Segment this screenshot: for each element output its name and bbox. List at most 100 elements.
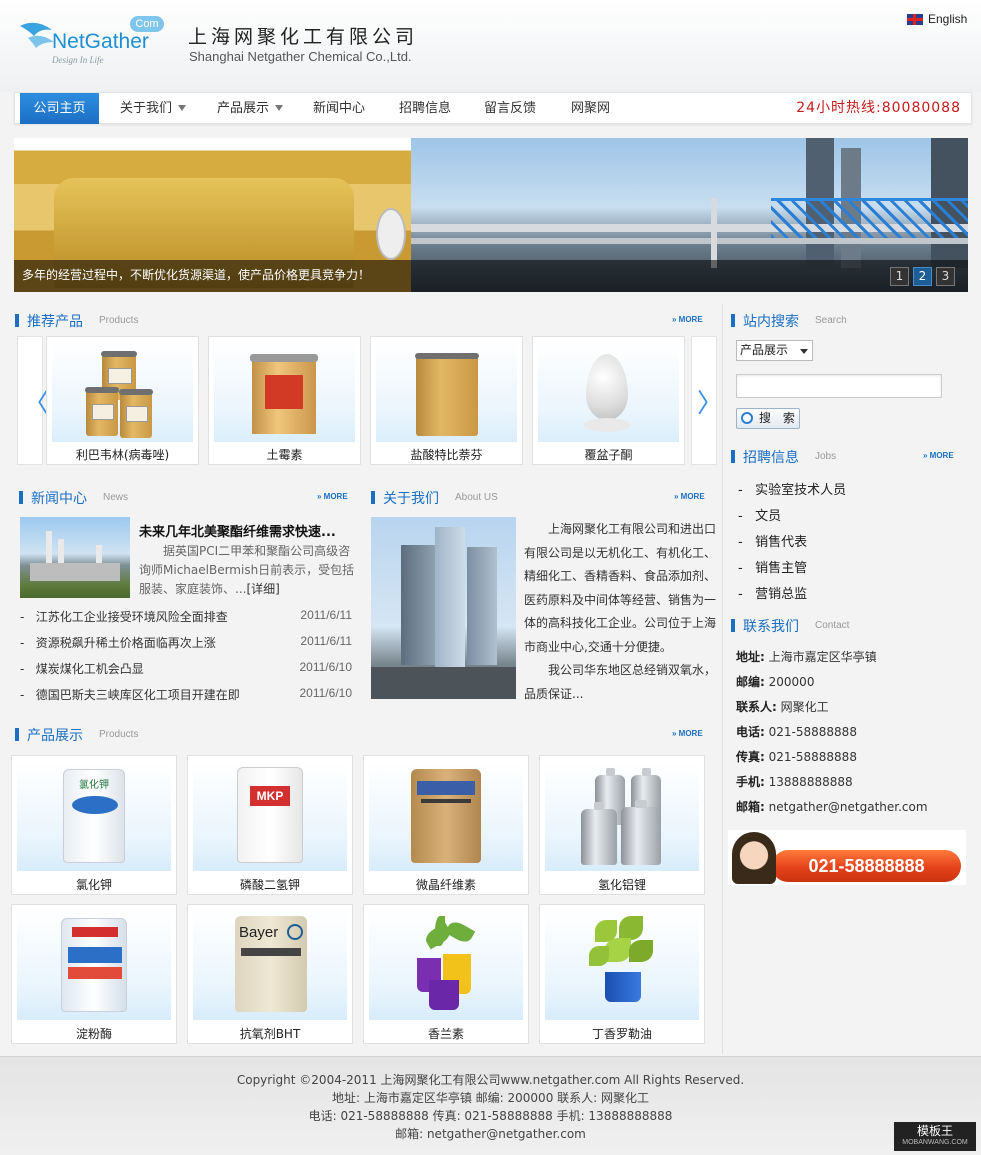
recommended-item[interactable]: 土霉素 xyxy=(208,336,361,465)
job-item[interactable]: - 销售主管 xyxy=(738,557,807,576)
job-title[interactable]: 文员 xyxy=(755,509,781,524)
banner-page-2[interactable]: 2 xyxy=(913,267,932,286)
contact-label: 传真: xyxy=(736,750,765,764)
search-category-select[interactable]: 产品展示 xyxy=(736,340,813,361)
news-detail-link[interactable]: [详细] xyxy=(246,582,279,596)
more-link[interactable]: » MORE xyxy=(923,451,954,460)
news-headline[interactable]: 未来几年北美聚酯纤维需求快速... xyxy=(139,521,336,540)
product-image xyxy=(545,761,699,871)
contact-label: 手机: xyxy=(736,775,765,789)
news-item-date: 2011/6/11 xyxy=(300,634,352,648)
product-card[interactable]: 香兰素 xyxy=(363,904,529,1044)
product-card[interactable]: 氯化钾 氯化钾 xyxy=(11,755,177,895)
contact-value: 021-58888888 xyxy=(768,725,857,739)
contact-value: 13888888888 xyxy=(768,775,853,789)
job-title[interactable]: 销售代表 xyxy=(755,535,807,550)
product-image: MKP xyxy=(193,761,347,871)
nav-item-home[interactable]: 公司主页 xyxy=(20,93,99,124)
job-title[interactable]: 营销总监 xyxy=(755,587,807,602)
section-bar xyxy=(15,314,19,327)
logo-wordmark: NetGather xyxy=(52,30,149,53)
more-link[interactable]: » MORE xyxy=(674,492,705,501)
product-name: 利巴韦林(病毒唑) xyxy=(75,448,170,462)
nav-item-about[interactable]: 关于我们 xyxy=(120,93,187,124)
footer: Copyright ©2004-2011 上海网聚化工有限公司www.netga… xyxy=(0,1056,981,1155)
news-thumbnail[interactable] xyxy=(20,517,130,598)
language-switch[interactable]: English xyxy=(907,12,967,26)
news-item-title[interactable]: 煤炭煤化工机会凸显 xyxy=(36,662,144,676)
hotline-banner-number: 021-58888888 xyxy=(772,850,961,882)
section-title: 新闻中心 xyxy=(31,491,87,507)
news-item-title[interactable]: 德国巴斯夫三峡库区化工项目开建在即 xyxy=(36,688,240,702)
search-input[interactable] xyxy=(736,374,942,398)
job-item[interactable]: - 文员 xyxy=(738,505,781,524)
news-list-item[interactable]: - 资源税飙升稀土价格面临再次上涨 2011/6/11 xyxy=(20,634,352,652)
about-paragraph: 我公司华东地区总经销双氧水，品质保证... xyxy=(524,663,717,701)
column-divider xyxy=(722,304,723,1054)
nav-item-netgather[interactable]: 网聚网 xyxy=(571,93,610,124)
news-list-item[interactable]: - 德国巴斯夫三峡库区化工项目开建在即 2011/6/10 xyxy=(20,686,352,704)
nav-item-products[interactable]: 产品展示 xyxy=(217,93,284,124)
nav-item-news[interactable]: 新闻中心 xyxy=(313,93,365,124)
product-card[interactable]: 微晶纤维素 xyxy=(363,755,529,895)
product-image: Bayer xyxy=(193,910,347,1020)
news-list-item[interactable]: - 煤炭煤化工机会凸显 2011/6/10 xyxy=(20,660,352,678)
news-item-date: 2011/6/10 xyxy=(299,660,353,674)
hotline-banner[interactable]: 021-58888888 xyxy=(728,830,966,885)
chevron-down-icon xyxy=(275,105,284,111)
product-card[interactable]: MKP 磷酸二氢钾 xyxy=(187,755,353,895)
contact-value[interactable]: netgather@netgather.com xyxy=(769,800,928,814)
company-name-en: Shanghai Netgather Chemical Co.,Ltd. xyxy=(189,49,412,64)
news-header: 新闻中心 News » MORE xyxy=(19,489,352,507)
job-item[interactable]: - 实验室技术人员 xyxy=(738,479,846,498)
product-name: 氢化铝锂 xyxy=(597,878,646,892)
chevron-right-icon: 〉 xyxy=(697,389,724,419)
news-item-date: 2011/6/10 xyxy=(299,686,353,700)
carousel-prev-button[interactable]: 〈 xyxy=(17,336,49,465)
search-icon xyxy=(741,412,753,424)
product-card[interactable]: 氢化铝锂 xyxy=(539,755,705,895)
product-card[interactable]: 淀粉酶 xyxy=(11,904,177,1044)
footer-email: 邮箱: netgather@netgather.com xyxy=(395,1127,586,1141)
job-item[interactable]: - 销售代表 xyxy=(738,531,807,550)
site-logo[interactable]: Com NetGather Design In Life xyxy=(18,12,168,74)
banner-page-1[interactable]: 1 xyxy=(890,267,909,286)
search-header: 站内搜索 Search xyxy=(731,312,961,330)
contact-row: 地址: 上海市嘉定区华亭镇 xyxy=(736,648,877,665)
recommended-item[interactable]: 覆盆子酮 xyxy=(532,336,685,465)
product-image xyxy=(52,342,193,442)
job-item[interactable]: - 营销总监 xyxy=(738,583,807,602)
nav-item-feedback[interactable]: 留言反馈 xyxy=(484,93,536,124)
more-link[interactable]: » MORE xyxy=(672,315,703,324)
nav-item-jobs[interactable]: 招聘信息 xyxy=(399,93,451,124)
footer-copyright: Copyright ©2004-2011 上海网聚化工有限公司www.netga… xyxy=(236,1073,745,1087)
section-title: 招聘信息 xyxy=(743,450,799,466)
job-title[interactable]: 销售主管 xyxy=(755,561,807,576)
search-button[interactable]: 搜 索 xyxy=(736,408,800,429)
section-bar xyxy=(371,491,375,504)
banner-page-3[interactable]: 3 xyxy=(936,267,955,286)
carousel-next-button[interactable]: 〉 xyxy=(691,336,723,465)
product-card[interactable]: 丁香罗勒油 xyxy=(539,904,705,1044)
section-subtitle: Products xyxy=(99,729,139,740)
contact-value: 上海市嘉定区华亭镇 xyxy=(768,650,877,664)
news-list-item[interactable]: - 江苏化工企业接受环境风险全面排查 2011/6/11 xyxy=(20,608,352,626)
section-subtitle: Jobs xyxy=(815,451,837,462)
customer-service-avatar xyxy=(732,832,776,884)
more-label: MORE xyxy=(323,492,348,501)
recommended-item[interactable]: 利巴韦林(病毒唑) xyxy=(46,336,199,465)
product-image xyxy=(17,910,171,1020)
product-name: 磷酸二氢钾 xyxy=(239,878,300,892)
contact-row: 邮编: 200000 xyxy=(736,673,814,690)
product-card[interactable]: Bayer 抗氧剂BHT xyxy=(187,904,353,1044)
more-link[interactable]: » MORE xyxy=(317,492,348,501)
job-title[interactable]: 实验室技术人员 xyxy=(755,483,846,498)
recommended-item[interactable]: 盐酸特比萘芬 xyxy=(370,336,523,465)
section-bar xyxy=(731,450,735,463)
news-item-title[interactable]: 资源税飙升稀土价格面临再次上涨 xyxy=(36,636,216,650)
news-item-title[interactable]: 江苏化工企业接受环境风险全面排查 xyxy=(36,610,228,624)
contact-value: 网聚化工 xyxy=(780,700,829,714)
more-link[interactable]: » MORE xyxy=(672,729,703,738)
language-link[interactable]: English xyxy=(928,12,967,26)
banner-slider[interactable]: 多年的经营过程中，不断优化货源渠道，使产品价格更具竞争力！ 1 2 3 xyxy=(14,138,968,292)
